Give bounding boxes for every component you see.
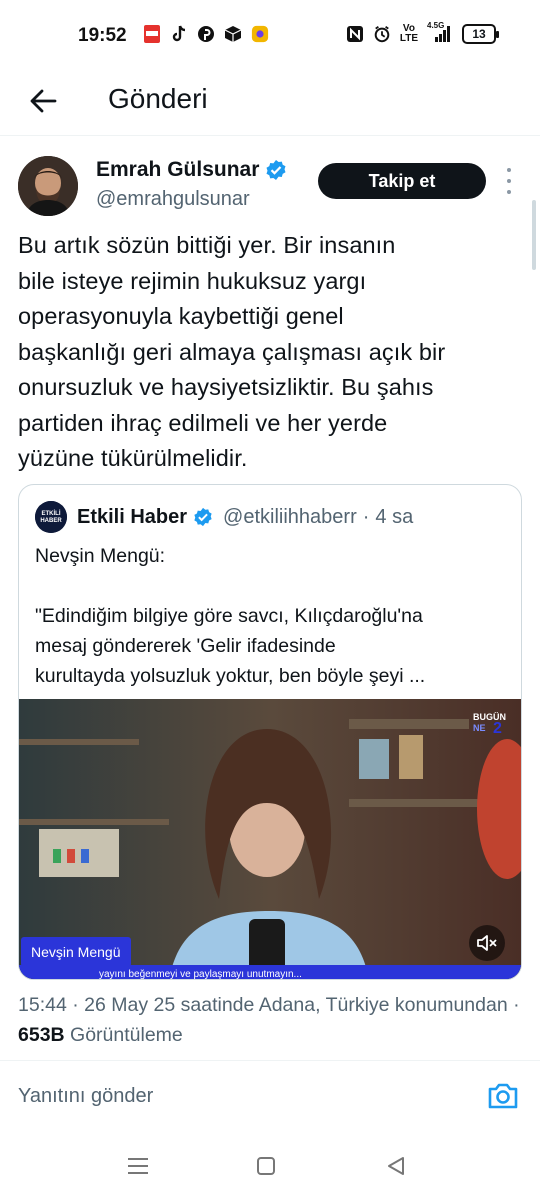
- quote-author-handle: @etkiliihhaberr: [223, 505, 357, 528]
- system-icons: Vo LTE 4.5G 13: [346, 21, 499, 44]
- home-button[interactable]: [254, 1154, 278, 1178]
- system-nav-bar: [0, 1130, 540, 1200]
- recent-apps-button[interactable]: [126, 1154, 150, 1178]
- status-time: 19:52: [78, 25, 127, 46]
- volte-icon: Vo LTE: [400, 24, 418, 44]
- more-dot-icon: [507, 190, 511, 194]
- verified-badge-icon: [194, 507, 212, 527]
- more-dot-icon: [507, 168, 511, 172]
- quote-avatar: ETKİLİ HABER: [35, 501, 67, 533]
- status-bar: 19:52 Vo LTE 4.5G 13: [0, 0, 540, 70]
- camera-icon: [488, 1083, 518, 1109]
- quote-separator: ·: [362, 505, 370, 528]
- brand-bottom: NE: [473, 723, 486, 733]
- alarm-icon: [373, 24, 391, 44]
- app-header: Gönderi: [0, 70, 540, 136]
- back-button[interactable]: [24, 82, 62, 120]
- quote-time: 4 sa: [375, 505, 414, 528]
- volte-bottom: LTE: [399, 33, 418, 44]
- svg-text:ETKİLİ: ETKİLİ: [42, 510, 61, 517]
- tweet-text: Bu artık sözün bittiği yer. Bir insanın …: [18, 232, 446, 471]
- author-handle[interactable]: @emrahgulsunar: [96, 188, 250, 211]
- tweet-time: 15:44: [18, 994, 67, 1016]
- notification-icons: [143, 24, 269, 44]
- svg-text:HABER: HABER: [40, 518, 62, 524]
- more-dot-icon: [507, 179, 511, 183]
- tweet-location: saatinde Adana, Türkiye konumundan: [180, 994, 508, 1016]
- meta-dot: ·: [72, 994, 79, 1016]
- pdf-icon: [143, 24, 161, 44]
- meta-dot: ·: [513, 994, 520, 1016]
- views-label: Görüntüleme: [70, 1024, 183, 1046]
- signal-label: 4.5G: [427, 21, 445, 30]
- channel-logo: BUGÜN NE 2: [471, 709, 515, 737]
- scrollbar[interactable]: [532, 200, 536, 270]
- cube-icon: [224, 24, 242, 44]
- quote-header: ETKİLİ HABER Etkili Haber @etkiliihhaberr…: [35, 501, 413, 533]
- verified-badge-icon: [266, 160, 286, 180]
- tweet-date: 26 May 25: [84, 994, 176, 1016]
- reply-bar: Yanıtını gönder: [0, 1060, 540, 1130]
- svg-text:2: 2: [493, 720, 502, 737]
- quote-video[interactable]: BUGÜN NE 2 Nevşin Mengü yayını beğenmeyi…: [19, 699, 521, 980]
- follow-button[interactable]: Takip et: [318, 163, 486, 199]
- back-triangle-icon: [388, 1157, 404, 1175]
- arrow-left-icon: [30, 89, 57, 113]
- author-name[interactable]: Emrah Gülsunar: [96, 158, 259, 182]
- battery-level: 13: [472, 27, 486, 41]
- camera-button[interactable]: [486, 1080, 520, 1112]
- nfc-icon: [346, 24, 364, 44]
- tiktok-icon: [170, 24, 188, 44]
- quote-text: Nevşin Mengü: "Edindiğim bilgiye göre sa…: [35, 545, 426, 687]
- author-avatar[interactable]: [18, 156, 78, 216]
- page-title: Gönderi: [108, 83, 208, 114]
- post-author-row: Emrah Gülsunar @emrahgulsunar Takip et: [18, 154, 522, 220]
- quote-tweet-card[interactable]: ETKİLİ HABER Etkili Haber @etkiliihhaberr…: [18, 484, 522, 980]
- reply-input[interactable]: Yanıtını gönder: [18, 1085, 153, 1108]
- author-name-row: Emrah Gülsunar: [96, 158, 287, 182]
- pinterest-icon: [197, 24, 215, 44]
- home-icon: [257, 1157, 275, 1175]
- speaker-muted-icon: [477, 935, 497, 951]
- video-caption: yayını beğenmeyi ve paylaşmayı unutmayın…: [99, 969, 302, 980]
- tweet-meta: 15:44 · 26 May 25 saatinde Adana, Türkiy…: [18, 990, 528, 1050]
- signal-icon: 4.5G: [427, 21, 453, 44]
- system-back-button[interactable]: [384, 1154, 408, 1178]
- video-ticker-bar: yayını beğenmeyi ve paylaşmayı unutmayın…: [19, 965, 521, 980]
- mute-button[interactable]: [469, 925, 505, 961]
- video-name-label: Nevşin Mengü: [21, 937, 131, 967]
- quote-author-name: Etkili Haber: [77, 505, 188, 528]
- more-options-button[interactable]: [502, 168, 516, 194]
- views-count[interactable]: 653B: [18, 1024, 65, 1046]
- battery-indicator: 13: [462, 24, 499, 44]
- menu-icon: [128, 1158, 148, 1174]
- app-icon: [251, 24, 269, 44]
